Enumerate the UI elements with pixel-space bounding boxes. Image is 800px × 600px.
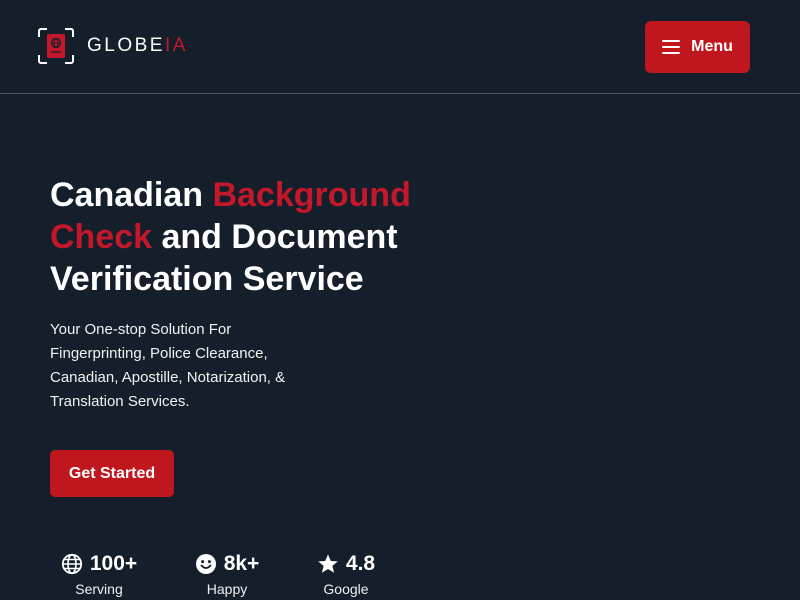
hero-title-part1: Canadian [50, 176, 213, 214]
stat-happy: 8k+ Happy [162, 548, 292, 597]
hero-title-highlight1: Background [212, 176, 411, 214]
menu-button-label: Menu [691, 38, 733, 55]
hero-title-part2: and Document [152, 218, 398, 256]
hamburger-menu-icon [662, 40, 681, 54]
stat-label: Google [323, 581, 369, 597]
site-header: GLOBEIA Menu [0, 0, 800, 94]
stat-value: 100+ [89, 552, 138, 575]
hero-title-part3: Verification Service [50, 260, 364, 298]
get-started-button[interactable]: Get Started [50, 450, 174, 497]
logo[interactable]: GLOBEIA [37, 27, 188, 65]
stat-google: 4.8 Google [281, 548, 411, 597]
logo-name-main: GLOBE [87, 35, 165, 56]
logo-text: GLOBEIA [87, 35, 188, 57]
stat-value: 8k+ [223, 552, 260, 575]
passport-scan-icon [37, 27, 75, 65]
hero-title: Canadian Background Check and Document Ver… [50, 174, 470, 300]
stat-serving: 100+ Serving [34, 548, 164, 597]
star-icon [317, 553, 339, 575]
hero-title-highlight2: Check [50, 218, 153, 256]
stat-label: Happy [206, 581, 248, 597]
stats-row: 100+ Serving 8k+ Happy 4.8 Google [0, 548, 800, 600]
smiley-face-icon [195, 553, 217, 575]
logo-name-accent: IA [164, 35, 188, 56]
menu-button[interactable]: Menu [645, 21, 750, 73]
globe-icon [61, 553, 83, 575]
hero-subtitle: Your One-stop Solution For Fingerprintin… [50, 321, 286, 410]
stat-value: 4.8 [345, 552, 376, 575]
stat-label: Serving [75, 581, 123, 597]
